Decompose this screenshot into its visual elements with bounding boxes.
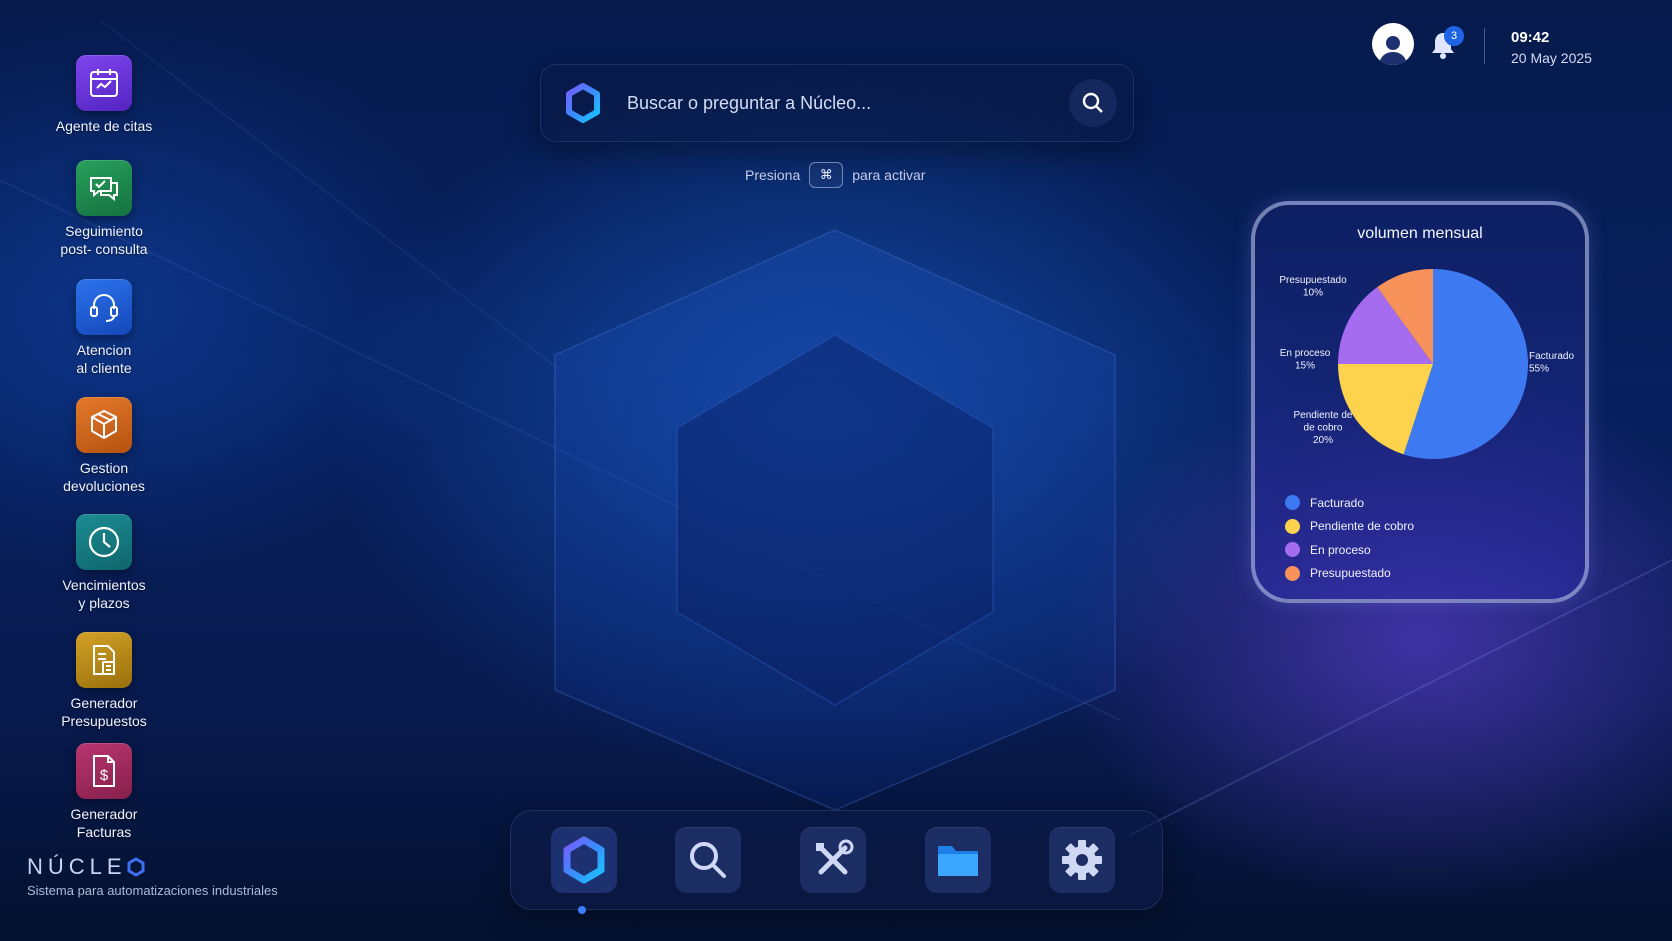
legend-item: En proceso (1285, 538, 1414, 562)
user-icon (1379, 36, 1407, 65)
legend-label: Pendiente de cobro (1310, 519, 1415, 534)
app-label: Gestion devoluciones (63, 460, 145, 494)
invoice-icon: $ (76, 743, 132, 799)
legend-swatch (1285, 565, 1300, 581)
brand-wordmark: NÚCLE (27, 854, 127, 879)
app-label: Agente de citas (55, 118, 153, 134)
app-agente-de-citas[interactable]: Agente de citas (24, 55, 184, 135)
brand: NÚCLE Sistema para automatizaciones indu… (27, 854, 278, 898)
hexagon-logo-icon (563, 836, 605, 884)
legend-swatch (1285, 518, 1300, 534)
legend-item: Facturado (1285, 491, 1414, 515)
legend-item: Presupuestado (1285, 562, 1414, 586)
legend-swatch (1285, 542, 1300, 558)
folder-icon (938, 846, 978, 876)
hexagon-logo-icon (127, 857, 145, 877)
brand-name: NÚCLE (27, 854, 278, 880)
active-indicator (578, 906, 586, 914)
app-label: Generador Facturas (70, 806, 138, 840)
clock-date: 20 May 2025 (1511, 50, 1592, 66)
tools-icon (816, 839, 854, 875)
app-label: Atencion al cliente (76, 342, 132, 376)
dock-item-search[interactable] (675, 827, 741, 893)
search-icon (690, 842, 726, 878)
clock: 09:42 20 May 2025 (1511, 29, 1592, 66)
search-bar (540, 64, 1134, 142)
gear-icon (1062, 840, 1102, 880)
hexagon-logo-icon (559, 79, 607, 127)
calculator-doc-icon (76, 632, 132, 688)
hint-after: para activar (852, 167, 926, 183)
chart-legend: Facturado Pendiente de cobro En proceso Pre… (1285, 491, 1414, 585)
app-atencion-al-cliente[interactable]: Atencion al cliente (24, 279, 184, 377)
search-button[interactable] (1069, 79, 1117, 127)
app-generador-presupuestos[interactable]: Generador Presupuestos (24, 632, 184, 730)
calendar-icon (76, 55, 132, 111)
svg-text:$: $ (100, 767, 109, 784)
search-icon (1082, 92, 1103, 113)
app-vencimientos-y-plazos[interactable]: Vencimientos y plazos (24, 514, 184, 612)
app-label: Generador Presupuestos (61, 695, 147, 729)
header-divider (1484, 28, 1485, 64)
chat-check-icon (76, 160, 132, 216)
legend-swatch (1285, 495, 1300, 511)
monthly-volume-widget: volumen mensual Facturado 55% Pendiente de… (1251, 201, 1589, 603)
box-icon (76, 397, 132, 453)
clock-icon (76, 514, 132, 570)
pie-label-presupuestado: Presupuestado 10% (1279, 275, 1347, 299)
dock-item-files[interactable] (925, 827, 991, 893)
legend-label: En proceso (1310, 542, 1371, 557)
dock (510, 810, 1163, 910)
brand-tagline: Sistema para automatizaciones industrial… (27, 883, 278, 898)
legend-item: Pendiente de cobro (1285, 515, 1414, 539)
notification-badge: 3 (1444, 26, 1464, 46)
app-gestion-devoluciones[interactable]: Gestion devoluciones (24, 397, 184, 495)
dock-item-nucleo[interactable] (551, 827, 617, 893)
pie-label-pendiente-de-cobro: Pendiente de de cobro 20% (1294, 410, 1353, 446)
dock-item-tools[interactable] (800, 827, 866, 893)
app-label: Vencimientos y plazos (62, 577, 146, 611)
avatar[interactable] (1372, 23, 1414, 65)
pie-label-en-proceso: En proceso 15% (1280, 348, 1331, 372)
app-seguimiento-post-consulta[interactable]: Seguimiento post- consulta (24, 160, 184, 258)
pie-label-facturado: Facturado 55% (1529, 351, 1574, 375)
search-input[interactable] (625, 91, 1069, 115)
headset-icon (76, 279, 132, 335)
app-generador-facturas[interactable]: $ Generador Facturas (24, 743, 184, 841)
hint-before: Presiona (745, 167, 801, 183)
legend-label: Facturado (1310, 495, 1365, 510)
activation-hint: Presiona ⌘ para activar (745, 162, 925, 188)
legend-label: Presupuestado (1310, 566, 1391, 581)
dock-item-settings[interactable] (1049, 827, 1115, 893)
clock-time: 09:42 (1511, 29, 1550, 46)
app-label: Seguimiento post- consulta (60, 223, 148, 257)
shortcut-key: ⌘ (809, 162, 844, 188)
